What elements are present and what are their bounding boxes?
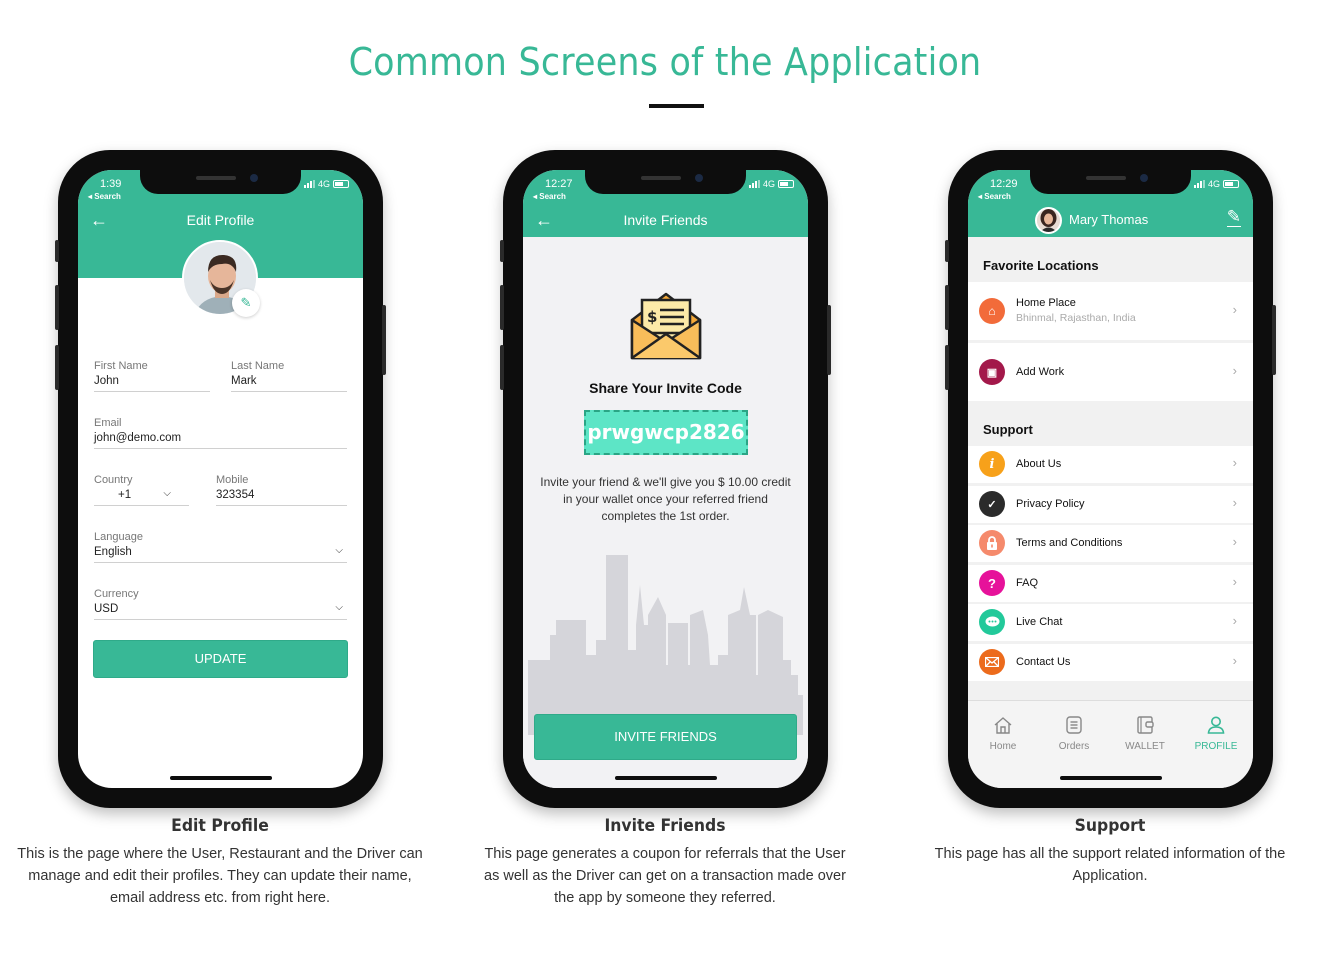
- last-name-field[interactable]: Last Name Mark: [231, 360, 347, 392]
- chevron-right-icon: ›: [1232, 455, 1237, 470]
- currency-select[interactable]: Currency USD ⌵: [94, 588, 347, 620]
- envelope-money-icon: $: [630, 292, 702, 360]
- user-avatar[interactable]: [1035, 207, 1062, 234]
- list-item-faq[interactable]: ? FAQ ›: [968, 565, 1253, 602]
- user-name: Mary Thomas: [1069, 212, 1149, 227]
- orders-icon: [1039, 715, 1109, 737]
- chevron-right-icon: ›: [1232, 613, 1237, 628]
- profile-icon: [1181, 715, 1251, 737]
- status-back-link[interactable]: ◂ Search: [533, 192, 566, 201]
- caption-text: This page has all the support related in…: [934, 846, 1286, 884]
- title-divider: [649, 104, 704, 108]
- chevron-right-icon: ›: [1232, 653, 1237, 668]
- work-pin-icon: ▣: [979, 359, 1005, 385]
- chevron-right-icon: ›: [1232, 534, 1237, 549]
- chevron-down-icon: ⌵: [335, 545, 343, 556]
- status-time: 12:29: [990, 178, 1018, 190]
- caption-title: Edit Profile: [171, 816, 269, 836]
- home-indicator: [170, 776, 272, 780]
- phone-edit-profile: 1:39 ◂ Search 4G ← Edit Profile ✎ First …: [55, 150, 386, 808]
- chevron-right-icon: ›: [1232, 495, 1237, 510]
- lock-icon: [979, 530, 1005, 556]
- tab-home[interactable]: Home: [968, 715, 1038, 752]
- screen-title: Edit Profile: [186, 212, 255, 228]
- wallet-icon: [1110, 715, 1180, 737]
- screen: Mary Thomas ✎ 12:29 ◂ Search 4G Favorite…: [968, 170, 1253, 788]
- signal-icon: [303, 180, 315, 188]
- list-item-add-work[interactable]: ▣ Add Work ›: [968, 343, 1253, 401]
- tab-profile[interactable]: PROFILE: [1181, 715, 1251, 752]
- bottom-tab-bar: Home Orders WALLET PROFILE: [968, 700, 1253, 788]
- caption-edit-profile: Edit Profile This is the page where the …: [10, 816, 430, 909]
- invite-description: Invite your friend & we'll give you $ 10…: [540, 475, 791, 523]
- invite-code[interactable]: prwgwcp2826: [584, 410, 748, 455]
- chevron-right-icon: ›: [1232, 302, 1237, 317]
- country-select[interactable]: Country +1 ⌵: [94, 474, 189, 506]
- network-label: 4G: [1207, 179, 1220, 189]
- section-favorite-locations: Favorite Locations: [968, 237, 1253, 282]
- caption-text: This page generates a coupon for referra…: [484, 846, 846, 906]
- update-button[interactable]: UPDATE: [93, 640, 348, 678]
- home-icon: [968, 715, 1038, 737]
- screen-title: Invite Friends: [623, 212, 708, 228]
- status-back-link[interactable]: ◂ Search: [978, 192, 1011, 201]
- pencil-icon: ✎: [240, 295, 252, 310]
- first-name-field[interactable]: First Name John: [94, 360, 210, 392]
- mail-icon: [979, 649, 1005, 675]
- invite-heading: Share Your Invite Code: [589, 380, 742, 396]
- list-item-about-us[interactable]: i About Us ›: [968, 446, 1253, 483]
- chevron-right-icon: ›: [1232, 363, 1237, 378]
- list-item-live-chat[interactable]: Live Chat ›: [968, 604, 1253, 641]
- battery-icon: [778, 180, 794, 188]
- svg-text:$: $: [647, 308, 657, 326]
- list-item-privacy-policy[interactable]: ✓ Privacy Policy ›: [968, 486, 1253, 523]
- email-field[interactable]: Email john@demo.com: [94, 417, 347, 449]
- caption-text: This is the page where the User, Restaur…: [17, 846, 423, 906]
- status-back-link[interactable]: ◂ Search: [88, 192, 121, 201]
- battery-icon: [1223, 180, 1239, 188]
- edit-profile-icon[interactable]: ✎: [1226, 208, 1241, 227]
- home-indicator: [615, 776, 717, 780]
- caption-support: Support This page has all the support re…: [900, 816, 1320, 887]
- mobile-field[interactable]: Mobile 323354: [216, 474, 347, 506]
- list-item-contact-us[interactable]: Contact Us ›: [968, 644, 1253, 681]
- privacy-lock-icon: ✓: [979, 491, 1005, 517]
- screen: 1:39 ◂ Search 4G ← Edit Profile ✎ First …: [78, 170, 363, 788]
- chevron-down-icon: ⌵: [163, 488, 171, 499]
- edit-avatar-button[interactable]: ✎: [232, 289, 260, 317]
- question-icon: ?: [979, 570, 1005, 596]
- status-time: 1:39: [100, 178, 122, 190]
- signal-icon: [748, 180, 760, 188]
- caption-title: Support: [1074, 816, 1146, 836]
- signal-icon: [1193, 180, 1205, 188]
- chat-icon: [979, 609, 1005, 635]
- battery-icon: [333, 180, 349, 188]
- tab-orders[interactable]: Orders: [1039, 715, 1109, 752]
- caption-title: Invite Friends: [604, 816, 726, 836]
- chevron-right-icon: ›: [1232, 574, 1237, 589]
- info-icon: i: [979, 451, 1005, 477]
- invite-friends-button[interactable]: INVITE FRIENDS: [534, 714, 797, 760]
- home-indicator: [1060, 776, 1162, 780]
- city-skyline-illustration: [528, 555, 803, 735]
- section-support: Support: [968, 403, 1253, 446]
- home-pin-icon: ⌂: [979, 298, 1005, 324]
- phone-support: Mary Thomas ✎ 12:29 ◂ Search 4G Favorite…: [945, 150, 1276, 808]
- network-label: 4G: [317, 179, 330, 189]
- list-item-terms-and-conditions[interactable]: Terms and Conditions ›: [968, 525, 1253, 562]
- phone-invite-friends: ← Invite Friends 12:27 ◂ Search 4G $ Sha…: [500, 150, 831, 808]
- language-select[interactable]: Language English ⌵: [94, 531, 347, 563]
- network-label: 4G: [762, 179, 775, 189]
- chevron-down-icon: ⌵: [335, 602, 343, 613]
- screen: ← Invite Friends 12:27 ◂ Search 4G $ Sha…: [523, 170, 808, 788]
- status-time: 12:27: [545, 178, 573, 190]
- caption-invite-friends: Invite Friends This page generates a cou…: [455, 816, 875, 909]
- tab-wallet[interactable]: WALLET: [1110, 715, 1180, 752]
- page-title: Common Screens of the Application: [348, 40, 982, 84]
- list-item-home-place[interactable]: ⌂ Home Place Bhinmal, Rajasthan, India ›: [968, 282, 1253, 340]
